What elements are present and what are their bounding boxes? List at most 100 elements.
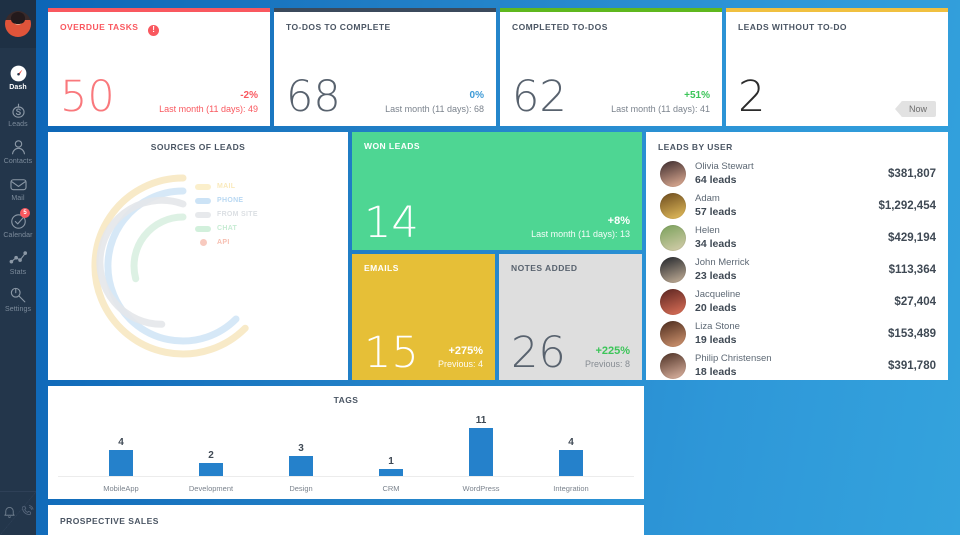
- phone-call-icon[interactable]: [20, 504, 35, 524]
- list-item[interactable]: Philip Christensen 18 leads $391,780: [646, 350, 948, 380]
- bar: [199, 463, 223, 476]
- sidebar-bottom-bar: [0, 491, 36, 535]
- sidebar-item-mail[interactable]: Mail: [0, 169, 36, 206]
- lead-amount: $429,194: [888, 232, 936, 244]
- bar-column[interactable]: 3: [262, 414, 340, 476]
- notes-meta: +225% Previous: 8: [585, 344, 630, 374]
- sub-card-row: EMAILS 15 +275% Previous: 4 NOTES ADDED: [352, 254, 642, 380]
- bar: [289, 456, 313, 476]
- panel-tags-chart: TAGS 4 2 3 1 11 4 MobileApp Development …: [48, 386, 644, 499]
- list-item[interactable]: Liza Stone 19 leads $153,489: [646, 318, 948, 350]
- bar-value-label: 1: [388, 456, 394, 467]
- lead-name: Jacqueline: [695, 289, 741, 300]
- bar-column[interactable]: 1: [352, 414, 430, 476]
- legend-marker-phone: [195, 197, 211, 204]
- bar-category-label: CRM: [382, 483, 400, 493]
- kpi-card-todos-to-complete[interactable]: TO-DOS TO COMPLETE 68 0% Last month (11 …: [274, 8, 496, 126]
- legend-marker-chat: [195, 225, 211, 232]
- won-leads-meta: +8% Last month (11 days): 13: [531, 214, 630, 244]
- kpi-title-text: OVERDUE TASKS: [60, 22, 139, 32]
- now-button[interactable]: Now: [900, 101, 936, 117]
- card-won-leads[interactable]: WON LEADS 14 +8% Last month (11 days): 1…: [352, 132, 642, 250]
- won-leads-value: 14: [364, 198, 419, 249]
- lead-info: Jacqueline 20 leads: [695, 289, 741, 314]
- person-icon: [8, 137, 28, 157]
- sidebar-item-dash[interactable]: Dash: [0, 58, 36, 95]
- bar-column[interactable]: 11: [442, 414, 520, 476]
- bar-category-label: Design: [289, 483, 313, 493]
- legend-marker-api: [200, 239, 207, 246]
- check-circle-icon: 5: [8, 208, 30, 231]
- lead-count: 20 leads: [695, 301, 737, 314]
- won-leads-delta: +8%: [607, 214, 630, 227]
- legend-item[interactable]: API: [195, 238, 258, 248]
- bar-value-label: 11: [475, 415, 487, 426]
- sidebar-item-label: Calendar: [3, 232, 33, 239]
- kpi-card-leads-without-todo[interactable]: LEADS WITHOUT TO-DO 2 Now: [726, 8, 948, 126]
- donut-chart: MAIL PHONE FROM SITE CHAT API: [83, 164, 313, 369]
- lead-info: Olivia Stewart 64 leads: [695, 161, 754, 186]
- kpi-card-overdue-tasks[interactable]: OVERDUE TASKS ! 50 -2% Last month (11 da…: [48, 8, 270, 126]
- lead-info: Helen 34 leads: [695, 225, 737, 250]
- notes-delta: +225%: [595, 344, 630, 357]
- notes-value: 26: [511, 328, 566, 379]
- kpi-meta: +51% Last month (11 days): 41: [611, 90, 710, 118]
- kpi-body: 62 +51% Last month (11 days): 41: [500, 32, 722, 126]
- kpi-title: LEADS WITHOUT TO-DO: [738, 22, 847, 32]
- legend-label: CHAT: [217, 225, 238, 232]
- sidebar-item-leads[interactable]: Leads: [0, 95, 36, 132]
- legend-item[interactable]: PHONE: [195, 196, 258, 206]
- legend-label: MAIL: [217, 183, 236, 190]
- list-item[interactable]: Helen 34 leads $429,194: [646, 222, 948, 254]
- list-item[interactable]: Adam 57 leads $1,292,454: [646, 190, 948, 222]
- sidebar-item-contacts[interactable]: Contacts: [0, 132, 36, 169]
- card-emails[interactable]: EMAILS 15 +275% Previous: 4: [352, 254, 495, 380]
- bar-value-label: 4: [118, 437, 124, 448]
- kpi-delta: -2%: [240, 90, 258, 102]
- bar-column[interactable]: 4: [532, 414, 610, 476]
- kpi-last-month: Last month (11 days): 41: [611, 103, 710, 114]
- sidebar-item-stats[interactable]: Stats: [0, 243, 36, 280]
- list-item[interactable]: John Merrick 23 leads $113,364: [646, 254, 948, 286]
- kpi-card-completed-todos[interactable]: COMPLETED TO-DOS 62 +51% Last month (11 …: [500, 8, 722, 126]
- avatar: [660, 161, 686, 187]
- avatar: [660, 321, 686, 347]
- legend-item[interactable]: FROM SITE: [195, 210, 258, 220]
- legend-item[interactable]: MAIL: [195, 182, 258, 192]
- list-item[interactable]: Olivia Stewart 64 leads $381,807: [646, 158, 948, 190]
- lead-info: Philip Christensen 18 leads: [695, 353, 772, 378]
- sidebar-nav: Dash Leads Contacts Mail 5 Calendar Stat…: [0, 58, 36, 317]
- legend-label: FROM SITE: [217, 211, 258, 218]
- sidebar-item-label: Settings: [4, 306, 32, 313]
- bar-column[interactable]: 2: [172, 414, 250, 476]
- legend-marker-from-site: [195, 211, 211, 218]
- lead-count: 57 leads: [695, 205, 737, 218]
- emails-previous: Previous: 4: [437, 358, 483, 369]
- sidebar-item-label: Leads: [8, 121, 28, 128]
- tags-chart-plot: 4 2 3 1 11 4: [58, 405, 634, 477]
- panel-leads-by-user: LEADS BY USER Olivia Stewart 64 leads $3…: [646, 132, 948, 380]
- lead-count: 34 leads: [695, 237, 737, 250]
- won-leads-body: 14 +8% Last month (11 days): 13: [352, 151, 642, 250]
- list-item[interactable]: Jacqueline 20 leads $27,404: [646, 286, 948, 318]
- sidebar-item-calendar[interactable]: 5 Calendar: [0, 206, 36, 243]
- bar-column[interactable]: 4: [82, 414, 160, 476]
- avatar: [660, 257, 686, 283]
- legend-item[interactable]: CHAT: [195, 224, 258, 234]
- avatar: [660, 289, 686, 315]
- card-notes-added[interactable]: NOTES ADDED 26 +225% Previous: 8: [499, 254, 642, 380]
- avatar: [660, 193, 686, 219]
- sidebar-item-settings[interactable]: Settings: [0, 280, 36, 317]
- kpi-delta: +51%: [684, 90, 710, 102]
- emails-value: 15: [364, 328, 419, 379]
- bottom-area: TAGS 4 2 3 1 11 4 MobileApp Development …: [48, 380, 948, 535]
- sidebar-avatar-wrap[interactable]: [0, 0, 36, 48]
- lead-amount: $153,489: [888, 328, 936, 340]
- bell-icon[interactable]: [2, 504, 17, 524]
- middle-row: SOURCES OF LEADS MAIL PHONE FROM SITE CH…: [48, 132, 948, 380]
- sidebar-item-label: Mail: [11, 195, 25, 202]
- dollar-icon: [8, 100, 28, 120]
- notes-previous: Previous: 8: [584, 358, 630, 369]
- kpi-meta: 0% Last month (11 days): 68: [385, 90, 484, 118]
- avatar: [660, 225, 686, 251]
